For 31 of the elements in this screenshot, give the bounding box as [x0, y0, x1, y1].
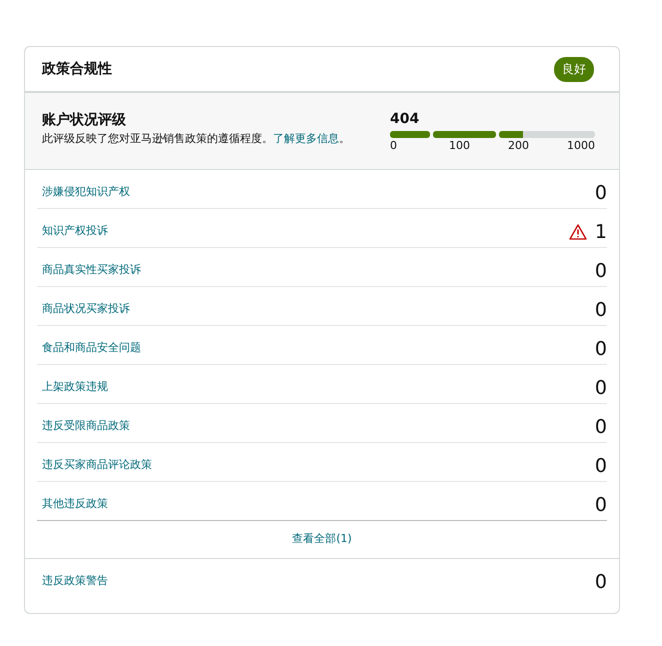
violation-count: 0: [594, 377, 607, 399]
violation-count: 0: [594, 571, 607, 593]
violation-link[interactable]: 违反买家商品评论政策: [42, 457, 152, 481]
violation-link[interactable]: 知识产权投诉: [42, 223, 108, 247]
violation-link[interactable]: 违反受限商品政策: [42, 418, 130, 442]
gauge-tick-label: 100: [449, 139, 470, 152]
card-title: 政策合规性: [42, 60, 112, 78]
violation-count: 0: [594, 416, 607, 438]
learn-more-link[interactable]: 了解更多信息: [273, 132, 339, 145]
gauge-tick-label: 200: [508, 139, 529, 152]
violation-link[interactable]: 违反政策警告: [42, 573, 108, 613]
violation-link[interactable]: 食品和商品安全问题: [42, 340, 141, 364]
violation-count: 0: [594, 338, 607, 360]
violation-link[interactable]: 商品状况买家投诉: [42, 301, 130, 325]
violation-link[interactable]: 商品真实性买家投诉: [42, 262, 141, 286]
violation-count: 0: [594, 455, 607, 477]
violation-link[interactable]: 上架政策违规: [42, 379, 108, 403]
violation-link[interactable]: 涉嫌侵犯知识产权: [42, 184, 130, 208]
gauge-tick-label: 1000: [567, 139, 595, 152]
rating-score: 404: [390, 111, 420, 127]
violation-count: 0: [594, 182, 607, 204]
status-badge: 良好: [554, 56, 594, 82]
rating-title: 账户状况评级: [42, 111, 127, 129]
violation-link[interactable]: 其他违反政策: [42, 496, 108, 520]
view-all-link[interactable]: 查看全部(1): [292, 532, 352, 545]
violation-count: 0: [594, 494, 607, 516]
gauge-tick-label: 0: [390, 139, 397, 152]
violation-count: 0: [594, 299, 607, 321]
rating-description: 此评级反映了您对亚马逊销售政策的遵循程度。了解更多信息。: [42, 131, 351, 147]
violation-count: 0: [594, 260, 607, 282]
violation-count: 1: [594, 221, 607, 243]
